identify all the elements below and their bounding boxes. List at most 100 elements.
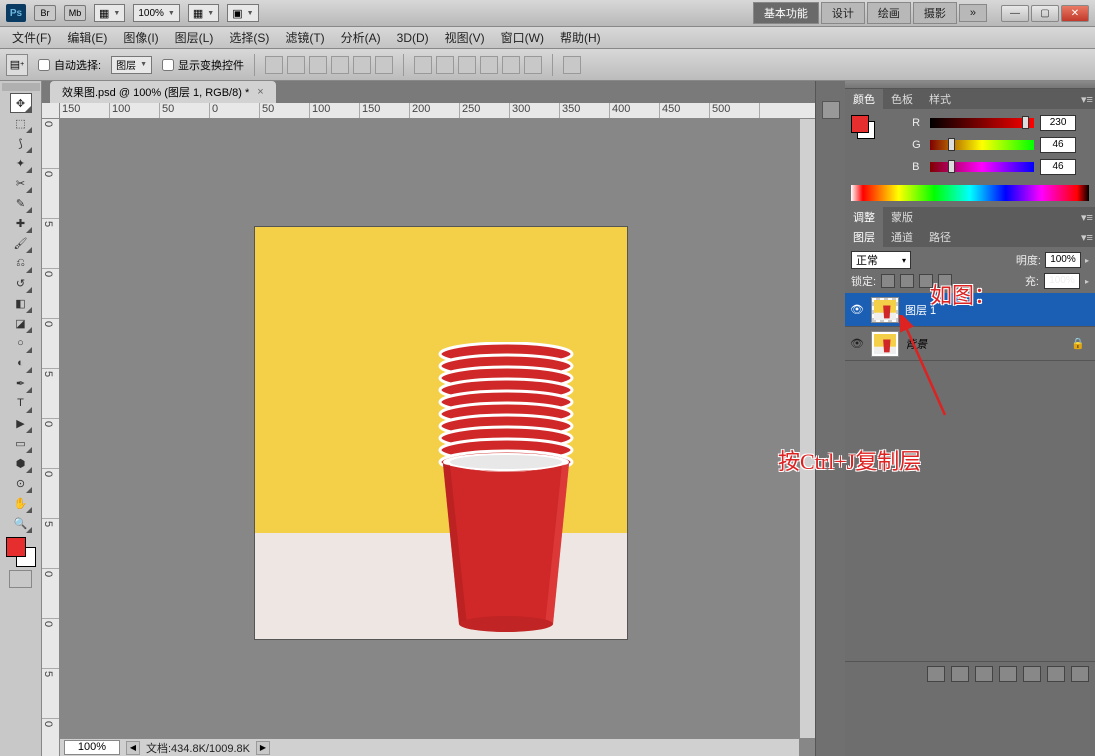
canvas-viewport[interactable] bbox=[60, 119, 799, 738]
align-vcenter-button[interactable] bbox=[287, 56, 305, 74]
move-tool[interactable]: ✥ bbox=[10, 93, 32, 113]
workspace-basic-tab[interactable]: 基本功能 bbox=[753, 2, 819, 24]
document-tab[interactable]: 效果图.psd @ 100% (图层 1, RGB/8) * × bbox=[50, 81, 276, 103]
g-value-input[interactable]: 46 bbox=[1040, 137, 1076, 153]
path-select-tool[interactable]: ▶ bbox=[10, 413, 32, 433]
shape-tool[interactable]: ▭ bbox=[10, 433, 32, 453]
bridge-button[interactable]: Br bbox=[34, 5, 56, 21]
opacity-flyout-icon[interactable]: ▸ bbox=[1085, 256, 1089, 265]
workspace-draw-tab[interactable]: 绘画 bbox=[867, 2, 911, 24]
layer-row-layer1[interactable]: 👁 图层 1 bbox=[845, 293, 1095, 327]
canvas-artboard[interactable] bbox=[255, 227, 627, 639]
window-minimize-button[interactable]: — bbox=[1001, 5, 1029, 22]
delete-layer-button[interactable] bbox=[1071, 666, 1089, 682]
workspace-design-tab[interactable]: 设计 bbox=[821, 2, 865, 24]
auto-select-target-dropdown[interactable]: 图层 bbox=[111, 56, 152, 74]
menu-filter[interactable]: 滤镜(T) bbox=[277, 27, 332, 48]
align-left-button[interactable] bbox=[331, 56, 349, 74]
quick-select-tool[interactable]: ✦ bbox=[10, 153, 32, 173]
blur-tool[interactable]: ○ bbox=[10, 333, 32, 353]
status-menu-button[interactable]: ▶ bbox=[256, 741, 270, 755]
menu-window[interactable]: 窗口(W) bbox=[493, 27, 552, 48]
menu-edit[interactable]: 编辑(E) bbox=[59, 27, 115, 48]
fill-input[interactable]: 100% bbox=[1044, 273, 1080, 289]
vertical-ruler[interactable]: 0050050050050 bbox=[42, 119, 60, 756]
menu-3d[interactable]: 3D(D) bbox=[389, 29, 437, 47]
dist-right-button[interactable] bbox=[524, 56, 542, 74]
panel-dock-grip[interactable] bbox=[845, 81, 1095, 89]
r-value-input[interactable]: 230 bbox=[1040, 115, 1076, 131]
layers-panel-menu-icon[interactable]: ▾≡ bbox=[1079, 231, 1095, 244]
view-extras-dropdown[interactable]: ▦ bbox=[94, 4, 125, 22]
lock-all-button[interactable] bbox=[938, 274, 952, 288]
history-panel-icon[interactable] bbox=[822, 101, 840, 119]
toolbox-grip[interactable] bbox=[2, 83, 40, 91]
lock-pixels-button[interactable] bbox=[900, 274, 914, 288]
auto-align-button[interactable] bbox=[563, 56, 581, 74]
window-close-button[interactable]: ✕ bbox=[1061, 5, 1089, 22]
layer-style-button[interactable] bbox=[951, 666, 969, 682]
dist-vcenter-button[interactable] bbox=[436, 56, 454, 74]
adjust-panel-menu-icon[interactable]: ▾≡ bbox=[1079, 211, 1095, 224]
crop-tool[interactable]: ✂ bbox=[10, 173, 32, 193]
r-slider[interactable] bbox=[930, 118, 1034, 128]
menu-analyze[interactable]: 分析(A) bbox=[333, 27, 389, 48]
layer-visibility-icon[interactable]: 👁 bbox=[849, 302, 865, 318]
lock-transparency-button[interactable] bbox=[881, 274, 895, 288]
marquee-tool[interactable]: ⬚ bbox=[10, 113, 32, 133]
ruler-origin[interactable] bbox=[42, 103, 60, 119]
menu-file[interactable]: 文件(F) bbox=[4, 27, 59, 48]
menu-help[interactable]: 帮助(H) bbox=[552, 27, 609, 48]
layer-name-label[interactable]: 背景 bbox=[905, 336, 927, 352]
color-picker[interactable] bbox=[6, 537, 36, 567]
3d-tool[interactable]: ⬢ bbox=[10, 453, 32, 473]
b-slider[interactable] bbox=[930, 162, 1034, 172]
gradient-tool[interactable]: ◪ bbox=[10, 313, 32, 333]
g-slider[interactable] bbox=[930, 140, 1034, 150]
align-bottom-button[interactable] bbox=[309, 56, 327, 74]
fill-flyout-icon[interactable]: ▸ bbox=[1085, 277, 1089, 286]
layer-row-background[interactable]: 👁 背景 🔒 bbox=[845, 327, 1095, 361]
layer-thumbnail[interactable] bbox=[871, 331, 899, 357]
dist-bottom-button[interactable] bbox=[458, 56, 476, 74]
swatches-panel-tab[interactable]: 色板 bbox=[883, 89, 921, 109]
layer-visibility-icon[interactable]: 👁 bbox=[849, 336, 865, 352]
blend-mode-dropdown[interactable]: 正常 bbox=[851, 251, 911, 269]
menu-view[interactable]: 视图(V) bbox=[437, 27, 493, 48]
align-hcenter-button[interactable] bbox=[353, 56, 371, 74]
stamp-tool[interactable]: ⎌ bbox=[10, 253, 32, 273]
type-tool[interactable]: T bbox=[10, 393, 32, 413]
lasso-tool[interactable]: ⟆ bbox=[10, 133, 32, 153]
layer-name-label[interactable]: 图层 1 bbox=[905, 302, 936, 318]
link-layers-button[interactable] bbox=[927, 666, 945, 682]
align-top-button[interactable] bbox=[265, 56, 283, 74]
masks-panel-tab[interactable]: 蒙版 bbox=[883, 207, 921, 227]
adjustment-layer-button[interactable] bbox=[999, 666, 1017, 682]
brush-tool[interactable]: 🖌 bbox=[10, 233, 32, 253]
dist-top-button[interactable] bbox=[414, 56, 432, 74]
new-layer-button[interactable] bbox=[1047, 666, 1065, 682]
pen-tool[interactable]: ✒ bbox=[10, 373, 32, 393]
paths-panel-tab[interactable]: 路径 bbox=[921, 227, 959, 247]
hand-tool[interactable]: ✋ bbox=[10, 493, 32, 513]
adjustments-panel-tab[interactable]: 调整 bbox=[845, 207, 883, 227]
status-prev-button[interactable]: ◀ bbox=[126, 741, 140, 755]
opacity-input[interactable]: 100% bbox=[1045, 252, 1081, 268]
window-maximize-button[interactable]: ▢ bbox=[1031, 5, 1059, 22]
arrange-docs-dropdown[interactable]: ▦ bbox=[188, 4, 219, 22]
lock-position-button[interactable] bbox=[919, 274, 933, 288]
menu-image[interactable]: 图像(I) bbox=[115, 27, 166, 48]
panel-foreground-swatch[interactable] bbox=[851, 115, 869, 133]
move-tool-preset-icon[interactable]: ▤+ bbox=[6, 54, 28, 76]
vertical-scrollbar[interactable] bbox=[799, 119, 815, 738]
dodge-tool[interactable]: ◐ bbox=[10, 353, 32, 373]
screen-mode-dropdown[interactable]: ▣ bbox=[227, 4, 258, 22]
document-tab-close-icon[interactable]: × bbox=[257, 86, 263, 98]
color-panel-swatch[interactable] bbox=[851, 115, 875, 139]
layers-panel-tab[interactable]: 图层 bbox=[845, 227, 883, 247]
layer-thumbnail[interactable] bbox=[871, 297, 899, 323]
align-right-button[interactable] bbox=[375, 56, 393, 74]
eraser-tool[interactable]: ◧ bbox=[10, 293, 32, 313]
channels-panel-tab[interactable]: 通道 bbox=[883, 227, 921, 247]
layer-group-button[interactable] bbox=[1023, 666, 1041, 682]
